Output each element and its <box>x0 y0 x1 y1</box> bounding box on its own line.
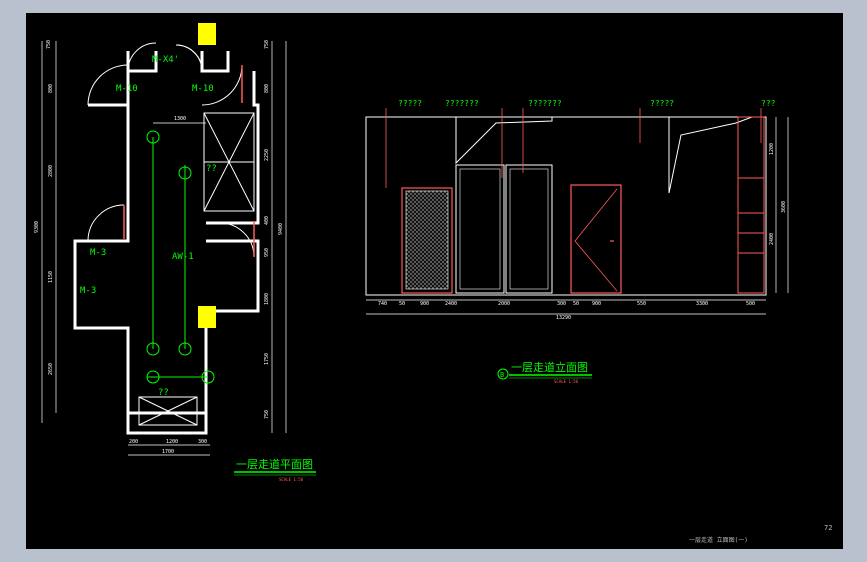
dimension-text: 300 <box>557 301 566 307</box>
elevation-title-block: B 一层走道立面图 SCALE 1:50 <box>497 360 592 384</box>
plan-walls <box>73 51 260 435</box>
dimension-text: 950 <box>264 248 270 257</box>
door-label: M-X4' <box>152 55 179 65</box>
dimension-text: 400 <box>264 216 270 225</box>
dimension-text: 13290 <box>556 315 571 321</box>
door-label: M-10 <box>116 84 138 94</box>
unknown-label: ?? <box>206 164 217 174</box>
dimension-text: 200 <box>129 439 138 445</box>
dimension-text: 2250 <box>264 149 270 161</box>
dimension-text: 900 <box>420 301 429 307</box>
plan-doors <box>123 65 255 257</box>
dimension-text: 1150 <box>48 271 54 283</box>
dimension-text: 3600 <box>781 201 787 213</box>
door-label: M-3 <box>90 248 106 258</box>
highlight-column-bottom <box>198 306 216 328</box>
elevation-badge-text: B <box>500 371 504 379</box>
dimension-text: 1200 <box>166 439 178 445</box>
dimension-text: 750 <box>46 40 52 49</box>
sheet-number: 72 <box>824 524 832 532</box>
dimension-text: 900 <box>592 301 601 307</box>
dimension-text: 2650 <box>48 363 54 375</box>
wardrobe-door-left <box>455 164 505 294</box>
dimension-text: 2800 <box>48 165 54 177</box>
swing-door <box>570 184 622 294</box>
highlight-column-top <box>198 23 216 45</box>
cad-viewport[interactable]: M-X4' M-10 M-10 M-3 M-3 AW-1 ?? ?? 750 8… <box>26 13 843 549</box>
elevation-callout-leaders <box>385 108 762 188</box>
unknown-label: ?? <box>158 388 169 398</box>
plan-scale-note: SCALE 1:50 <box>279 477 304 482</box>
axis-label: AW-1 <box>172 252 194 262</box>
dimension-text: 1800 <box>264 293 270 305</box>
elevation-callouts: ????? ??????? ??????? ????? ??? <box>398 99 776 108</box>
door-label: M-10 <box>192 84 214 94</box>
dimension-text: 800 <box>48 84 54 93</box>
plan-shafts <box>138 112 255 426</box>
dimension-text: 300 <box>198 439 207 445</box>
dimension-text: 50 <box>573 301 579 307</box>
dimension-text: 750 <box>264 40 270 49</box>
dimension-text: 50 <box>399 301 405 307</box>
sheet-caption: 一层走道 立面图(一) <box>689 536 748 544</box>
dimension-text: 2400 <box>769 233 775 245</box>
plan-door-arcs <box>87 42 255 258</box>
dimension-text: 2400 <box>445 301 457 307</box>
dimension-text: 1200 <box>769 143 775 155</box>
shelf-unit <box>737 116 765 294</box>
dimension-text: 2000 <box>498 301 510 307</box>
dimension-text: 500 <box>746 301 755 307</box>
callout-text: ??????? <box>528 99 562 108</box>
cad-drawing: M-X4' M-10 M-10 M-3 M-3 AW-1 ?? ?? 750 8… <box>34 23 832 544</box>
dimension-text: 550 <box>637 301 646 307</box>
dimension-text: 1700 <box>162 449 174 455</box>
callout-text: ??????? <box>445 99 479 108</box>
dimension-text: 740 <box>378 301 387 307</box>
callout-text: ????? <box>398 99 422 108</box>
dimension-text: 9300 <box>34 221 40 233</box>
elevation <box>365 108 789 315</box>
elevation-title: 一层走道立面图 <box>511 360 588 374</box>
dimension-text: 9400 <box>278 223 284 235</box>
dimension-text: 3300 <box>696 301 708 307</box>
callout-text: ????? <box>650 99 674 108</box>
elevation-scale-note: SCALE 1:50 <box>554 379 579 384</box>
callout-text: ??? <box>761 99 776 108</box>
dimension-text: 750 <box>264 410 270 419</box>
door-label: M-3 <box>80 286 96 296</box>
perforated-door <box>401 187 453 294</box>
dimension-text: 1300 <box>174 116 186 122</box>
dimension-text: 1750 <box>264 353 270 365</box>
dimension-text: 800 <box>264 84 270 93</box>
wardrobe-door-right <box>505 164 553 294</box>
plan-title-block: 一层走道平面图 SCALE 1:50 <box>234 457 316 482</box>
plan-title: 一层走道平面图 <box>236 457 313 471</box>
